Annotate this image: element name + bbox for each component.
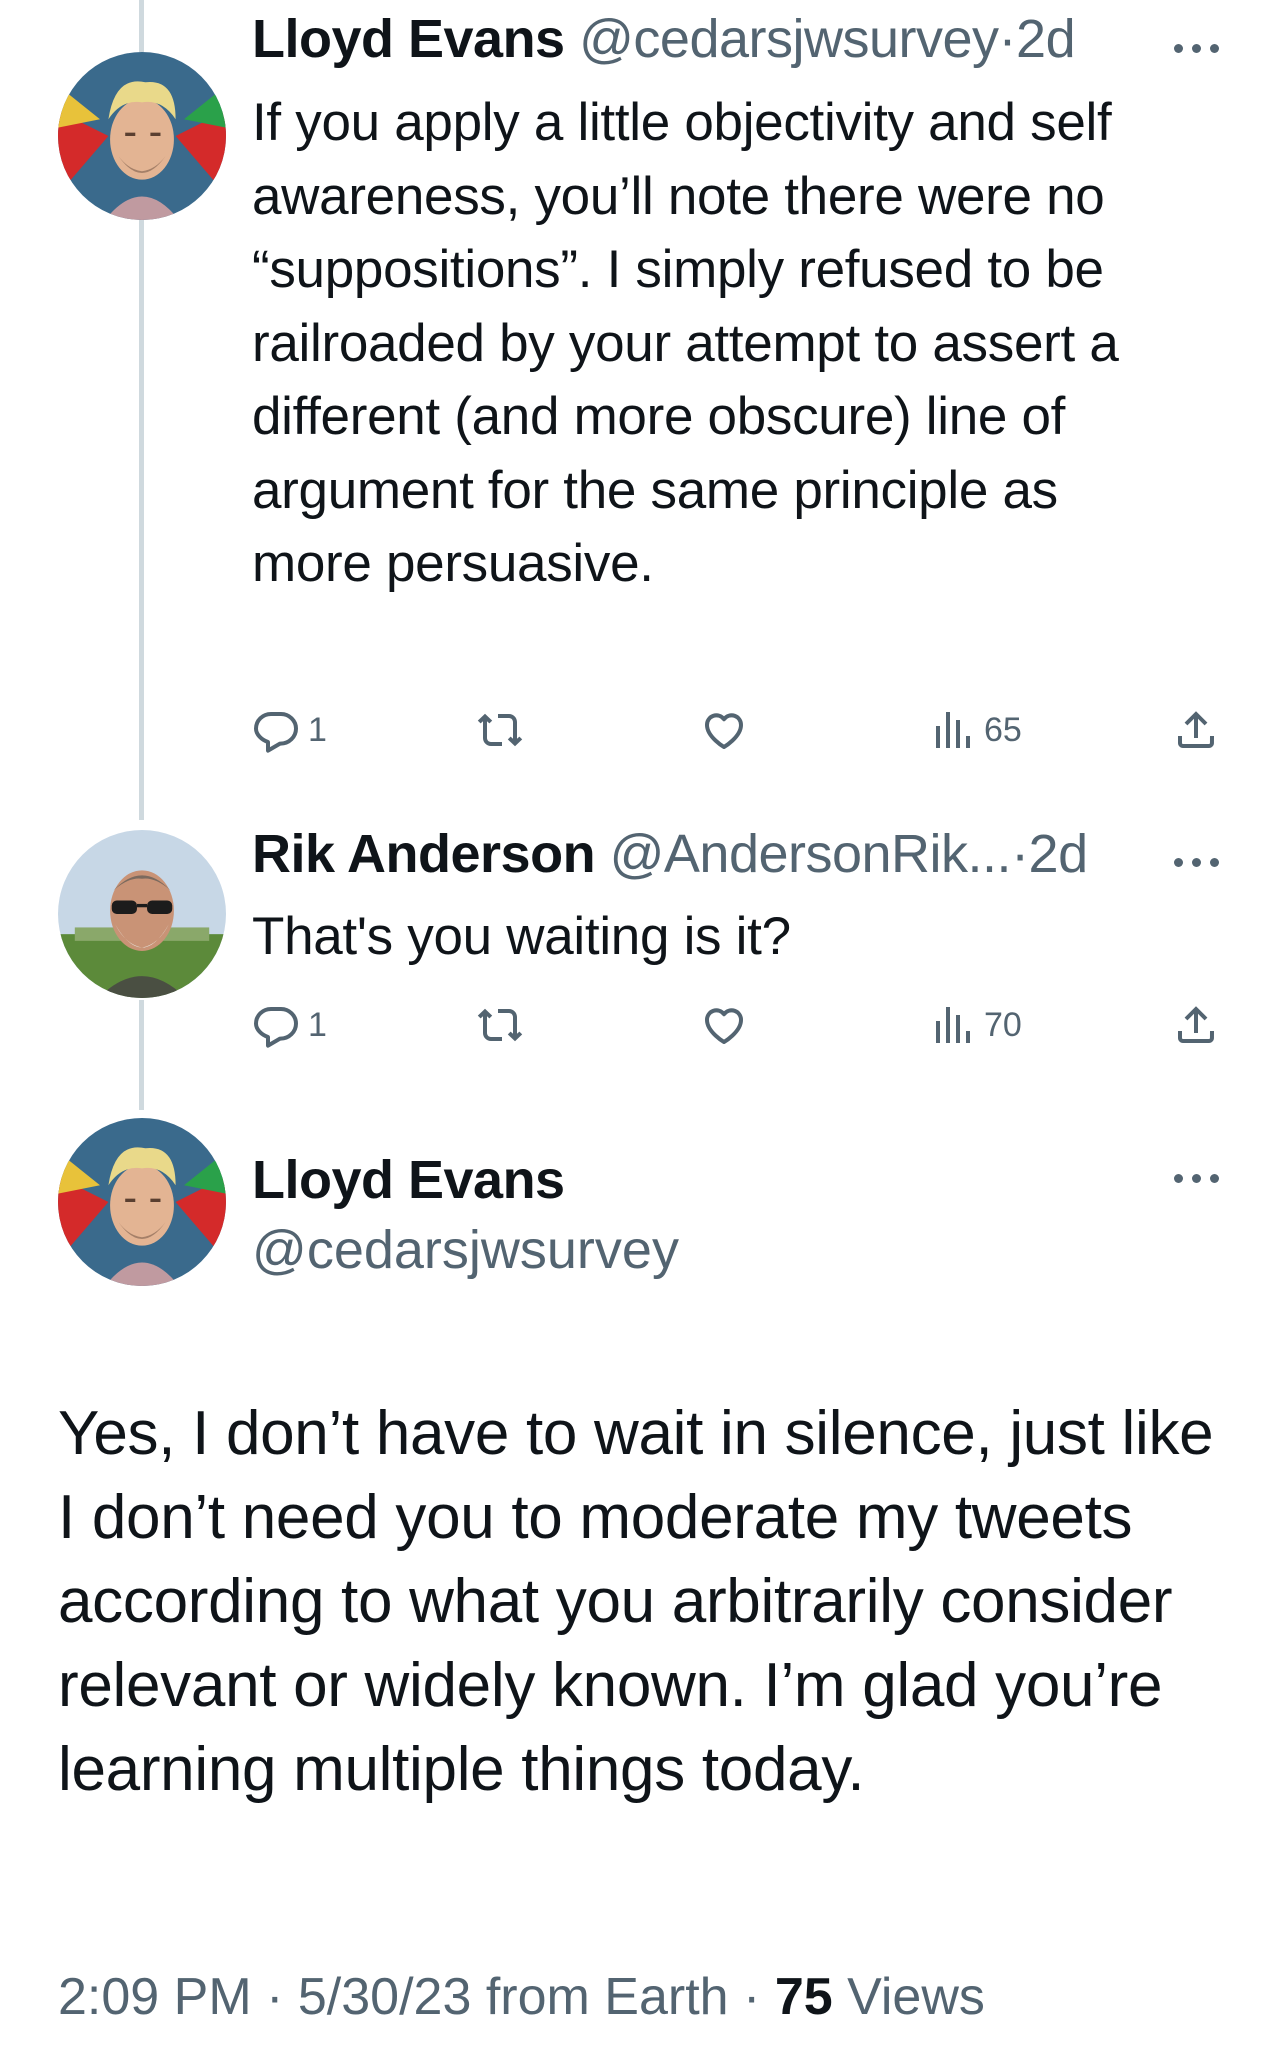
author-name[interactable]: Lloyd Evans <box>252 9 565 69</box>
tweet-time[interactable]: 2:09 PM <box>58 1968 252 2026</box>
author-name[interactable]: Rik Anderson <box>252 824 596 884</box>
tweet-header: Lloyd Evans @cedarsjwsurvey·2d <box>252 7 1162 71</box>
thread-line-2 <box>139 1000 144 1110</box>
tweet-actions: 1 65 <box>252 700 1232 760</box>
tweet-time[interactable]: 2d <box>1016 9 1076 69</box>
retweet-button[interactable] <box>476 700 532 760</box>
avatar[interactable] <box>58 1118 226 1286</box>
views-count: 70 <box>984 1005 1022 1044</box>
more-icon[interactable] <box>1170 852 1226 872</box>
separator-dot: · <box>998 9 1017 69</box>
reply-button[interactable]: 1 <box>252 700 327 760</box>
tweet-text: Yes, I don’t have to wait in silence, ju… <box>58 1399 1214 1804</box>
avatar[interactable] <box>58 830 226 998</box>
like-button[interactable] <box>700 995 756 1055</box>
retweet-icon <box>477 713 523 747</box>
reply-button[interactable]: 1 <box>252 995 327 1055</box>
author-handle[interactable]: @AndersonRik... <box>610 824 1012 884</box>
tweet-meta: 2:09 PM · 5/30/23 from Earth · 75 Views <box>58 1965 985 2029</box>
retweet-button[interactable] <box>476 995 532 1055</box>
views-count: 65 <box>984 710 1022 749</box>
author-handle[interactable]: @cedarsjwsurvey <box>252 1218 679 1282</box>
views-count[interactable]: 75 <box>775 1968 833 2026</box>
separator-dot: · <box>743 1968 761 2026</box>
views-button[interactable]: 65 <box>928 700 1022 760</box>
reply-count: 1 <box>308 1005 327 1044</box>
tweet-source: from Earth <box>485 1968 729 2026</box>
tweet-time[interactable]: 2d <box>1029 824 1089 884</box>
like-button[interactable] <box>700 700 756 760</box>
tweet-header: Rik Anderson @AndersonRik...·2d <box>252 822 1162 886</box>
more-icon[interactable] <box>1170 38 1226 58</box>
views-button[interactable]: 70 <box>928 995 1022 1055</box>
views-label[interactable]: Views <box>847 1968 985 2026</box>
more-icon[interactable] <box>1170 1168 1226 1188</box>
tweet-text: That's you waiting is it? <box>252 907 791 966</box>
tweet-actions: 1 70 <box>252 995 1232 1055</box>
retweet-icon <box>477 1008 523 1042</box>
thread-line-top <box>139 0 144 52</box>
heart-icon <box>705 713 743 749</box>
views-icon <box>936 712 970 748</box>
share-button[interactable] <box>1172 700 1220 760</box>
author-handle[interactable]: @cedarsjwsurvey <box>579 9 999 69</box>
heart-icon <box>705 1008 743 1044</box>
views-icon <box>936 1007 970 1043</box>
share-icon <box>1178 1006 1214 1043</box>
author-name[interactable]: Lloyd Evans <box>252 1148 565 1212</box>
share-icon <box>1178 711 1214 748</box>
reply-count: 1 <box>308 710 327 749</box>
separator-dot: · <box>1011 824 1029 884</box>
tweet-date[interactable]: 5/30/23 <box>298 1968 472 2026</box>
separator-dot: · <box>266 1968 284 2026</box>
reply-icon <box>254 1007 298 1048</box>
share-button[interactable] <box>1172 995 1220 1055</box>
reply-icon <box>254 712 298 753</box>
avatar[interactable] <box>58 52 226 220</box>
thread-line-1 <box>139 200 144 820</box>
tweet-text: If you apply a little objectivity and se… <box>252 93 1119 593</box>
